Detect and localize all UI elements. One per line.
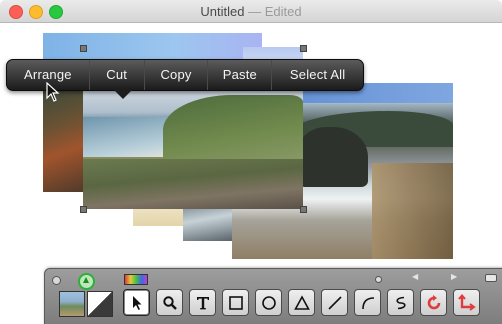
photo-beach-rock-grass <box>372 163 453 259</box>
palette-right-arrow-icon[interactable]: ▶ <box>451 272 457 281</box>
palette-left-arrow-icon[interactable]: ◀ <box>412 272 418 281</box>
document-window: Untitled — Edited Arrange Cut Copy Paste… <box>0 0 502 324</box>
menu-item-cut[interactable]: Cut <box>90 60 145 90</box>
s-curve-icon <box>395 296 406 309</box>
arc-icon <box>361 296 374 309</box>
publish-up-icon[interactable] <box>78 273 95 290</box>
palette-close-dot[interactable] <box>52 276 61 285</box>
photo-selected-coastline[interactable] <box>83 91 303 209</box>
crop-icon <box>457 293 476 311</box>
magnifier-icon <box>162 295 177 310</box>
photo-main-hills <box>163 95 303 165</box>
photo-beach-rock-outcrop <box>298 127 368 187</box>
tool-line[interactable] <box>321 289 348 316</box>
square-icon <box>228 295 243 310</box>
tool-palette: ◀ ▶ <box>44 268 502 324</box>
text-t-icon <box>196 296 209 309</box>
palette-collapse-button[interactable] <box>485 274 497 282</box>
tool-rotate[interactable] <box>420 289 447 316</box>
palette-slider-knob[interactable] <box>375 276 382 283</box>
tool-crop[interactable] <box>453 289 480 316</box>
selection-handle-top-left[interactable] <box>80 45 87 52</box>
arrow-cursor-icon <box>132 295 141 310</box>
edited-status: — Edited <box>248 4 302 19</box>
selection-handle-bottom-right[interactable] <box>300 206 307 213</box>
tool-rectangle[interactable] <box>222 289 249 316</box>
window-title: Untitled — Edited <box>0 4 502 19</box>
tool-arrow-select[interactable] <box>123 289 150 316</box>
tool-text[interactable] <box>189 289 216 316</box>
circle-icon <box>261 295 276 310</box>
rotate-icon <box>427 294 440 309</box>
image-fill-swatch[interactable] <box>59 291 85 317</box>
tool-zoom[interactable] <box>156 289 183 316</box>
photo-surf[interactable] <box>183 205 235 241</box>
stroke-fill-swatch[interactable] <box>87 291 113 317</box>
tool-curve[interactable] <box>387 289 414 316</box>
photo-red-cliff[interactable] <box>43 90 85 192</box>
title-bar[interactable]: Untitled — Edited <box>0 0 502 23</box>
mouse-cursor-icon <box>46 82 60 102</box>
menu-item-paste[interactable]: Paste <box>208 60 273 90</box>
menu-item-copy[interactable]: Copy <box>145 60 209 90</box>
line-icon <box>327 295 342 310</box>
menu-item-select-all[interactable]: Select All <box>272 60 363 90</box>
selection-handle-bottom-left[interactable] <box>80 206 87 213</box>
document-name: Untitled <box>200 4 245 19</box>
tool-oval[interactable] <box>255 289 282 316</box>
selection-handle-top-right[interactable] <box>300 45 307 52</box>
triangle-icon <box>293 294 310 310</box>
photo-main-foreground <box>83 159 303 209</box>
color-picker-strip[interactable] <box>124 274 148 285</box>
tool-arc[interactable] <box>354 289 381 316</box>
tool-triangle[interactable] <box>288 289 315 316</box>
context-menu-pointer <box>113 89 133 99</box>
photo-sand[interactable] <box>133 206 185 226</box>
